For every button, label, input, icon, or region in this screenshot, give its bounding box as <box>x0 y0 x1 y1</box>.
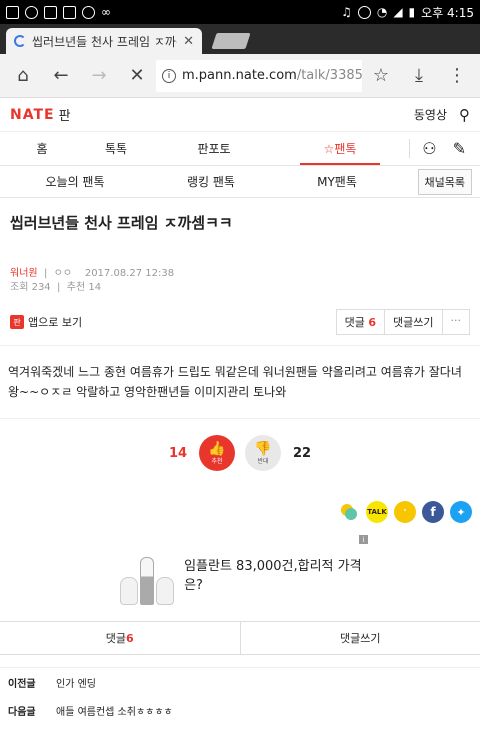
nav-home[interactable]: 홈 <box>0 140 84 157</box>
status-left-icons: ∞ <box>6 5 111 19</box>
user-icon[interactable]: ⚇ <box>422 139 436 158</box>
image-icon <box>63 5 76 19</box>
pann-logo[interactable]: 판 <box>59 105 71 124</box>
post-date: 2017.08.27 12:38 <box>84 268 175 279</box>
bottom-buttons: 댓글 6 댓글쓰기 <box>0 621 480 655</box>
action-button-group: 댓글 6 댓글쓰기 ··· <box>335 309 470 335</box>
mute-icon <box>357 5 371 19</box>
prev-post-title[interactable]: 인가 엔딩 <box>56 675 96 690</box>
download-icon[interactable]: ⤓ <box>400 57 438 95</box>
more-button[interactable]: ··· <box>443 310 470 334</box>
edit-icon <box>82 5 95 19</box>
search-icon[interactable]: ⚲ <box>459 106 470 124</box>
comment-count: 6 <box>368 316 377 329</box>
status-right: ♫ ◔ ◢ ▮ 오후 4:15 <box>341 4 474 21</box>
thumbs-down-icon: 👎 <box>254 440 272 457</box>
new-tab-button[interactable] <box>211 33 251 49</box>
pann-app-icon: 판 <box>10 315 24 329</box>
ad-info-icon[interactable]: i <box>359 535 368 544</box>
headset-icon: ♫ <box>341 5 352 19</box>
kakao-page-icon[interactable]: ❜ <box>394 501 416 523</box>
nav-pannphoto[interactable]: 판포토 <box>148 140 280 157</box>
write-icon[interactable]: ✎ <box>453 139 466 158</box>
signal-icon: ◢ <box>393 5 403 19</box>
downvote-count: 22 <box>292 445 312 461</box>
battery-icon: ▮ <box>408 5 416 19</box>
browser-toolbar: ⌂ ← → ✕ i m.pann.nate.com/talk/33854027‹… <box>0 54 480 98</box>
site-header: NATE 판 동영상 ⚲ <box>0 98 480 132</box>
sub-nav: 오늘의 팬톡 랭킹 팬톡 MY팬톡 채널목록 <box>0 166 480 198</box>
upvote-label: 추천 <box>211 457 223 465</box>
post-views: 조회 234 <box>10 282 51 293</box>
close-tab-icon[interactable]: ✕ <box>183 34 194 49</box>
bottom-comment-button[interactable]: 댓글 6 <box>0 622 241 654</box>
bottom-write-comment-button[interactable]: 댓글쓰기 <box>241 622 480 654</box>
nav-toktok[interactable]: 톡톡 <box>84 140 148 157</box>
post-body: 역겨워죽겠네 느그 종현 여름휴가 드립도 뭐같은데 워너원팬들 약올리려고 여… <box>0 346 480 419</box>
nav-fantalk[interactable]: ☆팬톡 <box>300 140 380 165</box>
comment-label: 댓글 <box>344 316 365 329</box>
status-bar: ∞ ♫ ◔ ◢ ▮ 오후 4:15 <box>0 0 480 24</box>
wifi-icon: ◔ <box>376 5 388 19</box>
upvote-button[interactable]: 👍 추천 <box>199 435 235 471</box>
bookmark-star-icon[interactable]: ☆ <box>362 57 400 95</box>
forward-icon[interactable]: → <box>80 57 118 95</box>
post-nick: ㅇㅇ <box>53 268 73 279</box>
app-notification-icon <box>6 5 19 19</box>
next-post-label: 다음글 <box>8 706 36 718</box>
next-post-row[interactable]: 다음글 애들 여름컨셉 소취ㅎㅎㅎㅎ <box>0 696 480 724</box>
post-actions: 판 앱으로 보기 댓글 6 댓글쓰기 ··· <box>0 295 480 346</box>
post-navigation: 이전글 인가 엔딩 다음글 애들 여름컨셉 소취ㅎㅎㅎㅎ <box>0 667 480 724</box>
app-view-link[interactable]: 판 앱으로 보기 <box>10 314 82 330</box>
menu-icon[interactable]: ⋮ <box>438 57 476 95</box>
post-author[interactable]: 워너원 <box>10 268 38 279</box>
bottom-comment-label: 댓글 <box>105 632 127 645</box>
url-path: /talk/33854027‹ <box>296 68 362 83</box>
next-post-title[interactable]: 애들 여름컨셉 소취ㅎㅎㅎㅎ <box>56 703 173 718</box>
ad-text: 임플란트 83,000건,합리적 가격은? <box>184 559 362 593</box>
loading-spinner-icon <box>14 35 26 47</box>
address-bar[interactable]: i m.pann.nate.com/talk/33854027‹ <box>156 59 362 92</box>
bottom-comment-count: 6 <box>126 631 134 645</box>
downvote-button[interactable]: 👎 반대 <box>245 435 281 471</box>
stop-loading-icon[interactable]: ✕ <box>118 57 156 95</box>
clock: 오후 4:15 <box>421 5 474 20</box>
prev-post-label: 이전글 <box>8 678 36 690</box>
browser-tab[interactable]: 씹러브년들 천사 프레임 ㅈ까센 ✕ <box>6 28 202 54</box>
upvote-count: 14 <box>168 445 188 461</box>
ad-implant-image <box>118 543 176 605</box>
post-meta: 워너원 | ㅇㅇ 2017.08.27 12:38 조회 234 | 추천 14 <box>10 268 175 293</box>
info-icon[interactable]: i <box>162 68 176 83</box>
tab-title: 씹러브년들 천사 프레임 ㅈ까센 <box>32 34 178 49</box>
post-recommend: 추천 14 <box>66 282 102 293</box>
url-host: m.pann.nate.com <box>182 68 297 83</box>
post-title: 씹러브년들 천사 프레임 ㅈ까셈ㅋㅋ <box>10 214 233 232</box>
prev-post-row[interactable]: 이전글 인가 엔딩 <box>0 668 480 696</box>
kakao-talk-icon[interactable]: TALK <box>366 501 388 523</box>
subnav-today[interactable]: 오늘의 팬톡 <box>0 173 150 190</box>
comment-button[interactable]: 댓글 6 <box>337 310 386 334</box>
app-view-label: 앱으로 보기 <box>28 316 83 329</box>
back-icon[interactable]: ← <box>42 57 80 95</box>
write-comment-button[interactable]: 댓글쓰기 <box>385 310 443 334</box>
subnav-ranking[interactable]: 랭킹 팬톡 <box>150 173 272 190</box>
downvote-label: 반대 <box>257 457 269 465</box>
share-bar: TALK ❜ f ✦ <box>0 487 480 535</box>
home-icon[interactable]: ⌂ <box>4 57 42 95</box>
subnav-my[interactable]: MY팬톡 <box>272 173 402 190</box>
facebook-icon[interactable]: f <box>422 501 444 523</box>
more-notifications-icon: ∞ <box>101 5 111 19</box>
video-link[interactable]: 동영상 <box>414 106 447 123</box>
thumbs-up-icon: 👍 <box>208 440 226 457</box>
kakao-story-icon[interactable] <box>338 501 360 523</box>
browser-tab-bar: 씹러브년들 천사 프레임 ㅈ까센 ✕ <box>0 24 480 54</box>
satellite-icon <box>25 5 38 19</box>
vote-section: 14 👍 추천 👎 반대 22 <box>0 419 480 487</box>
channel-list-button[interactable]: 채널목록 <box>417 168 472 195</box>
ad-banner[interactable]: 임플란트 83,000건,합리적 가격은? i <box>112 535 368 613</box>
main-nav: 홈 톡톡 판포토 ☆팬톡 ⚇ ✎ <box>0 132 480 166</box>
news-icon <box>44 5 57 19</box>
twitter-icon[interactable]: ✦ <box>450 501 472 523</box>
nate-logo[interactable]: NATE <box>10 107 55 123</box>
